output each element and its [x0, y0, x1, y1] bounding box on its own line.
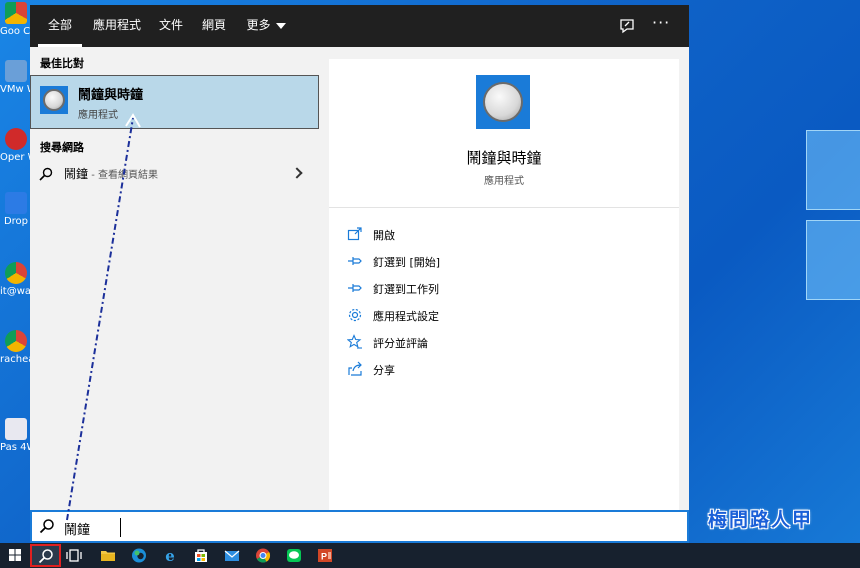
detail-app-name: 鬧鐘與時鐘 [466, 149, 542, 167]
taskbar: e P [0, 543, 860, 568]
search-icon [39, 167, 53, 181]
share-icon [348, 361, 362, 376]
tab-label: 文件 [158, 18, 183, 32]
windows-start-icon[interactable] [2, 543, 28, 568]
action-label: 釘選到工作列 [373, 283, 439, 296]
app-detail-pane: 鬧鐘與時鐘 應用程式 開啟 釘選到 [開始] 釘選到工作列 應用程式設定 評分並… [329, 59, 679, 515]
watermark: 梅問路人甲 [708, 509, 814, 531]
web-search-item[interactable]: 鬧鐘 - 查看網頁結果 [30, 160, 319, 188]
pin-icon [348, 257, 362, 265]
search-panel: 全部 應用程式 文件 網頁 更多 ··· 最佳比對 鬧鐘與時鐘 應用程式 搜尋網… [30, 5, 689, 515]
tab-apps[interactable]: 應用程式 [86, 5, 148, 47]
powerpoint-icon[interactable]: P [312, 543, 338, 568]
desktop-icon-chrome-3[interactable]: rachea Chr [0, 330, 32, 365]
desktop-icon-passper[interactable]: Pas 4Wi [0, 418, 32, 453]
chrome-icon[interactable] [250, 543, 276, 568]
app-icon [5, 418, 27, 440]
open-icon [347, 227, 362, 241]
web-search-title: 搜尋網路 [40, 141, 84, 154]
alarms-clock-large-icon [476, 75, 530, 129]
search-box[interactable]: 鬧鐘 [30, 510, 689, 543]
task-view-icon[interactable] [62, 543, 88, 568]
desktop-icon-chrome-2[interactable]: it@wa - Chr [0, 262, 32, 297]
desktop-icon-opera[interactable]: Oper Wir [0, 128, 32, 163]
search-icon [38, 549, 53, 564]
tab-more[interactable]: 更多 [240, 5, 292, 47]
divider [329, 207, 679, 208]
chrome-icon [5, 2, 27, 24]
tab-label: 全部 [47, 18, 72, 32]
best-match-item[interactable]: 鬧鐘與時鐘 應用程式 [30, 75, 319, 129]
feedback-icon[interactable] [618, 17, 636, 35]
pin-icon [348, 284, 362, 292]
ie-icon[interactable]: e [157, 543, 183, 568]
more-options-icon[interactable]: ··· [652, 13, 670, 32]
desktop-icon-label: Drop [3, 216, 29, 227]
caret-down-icon [275, 22, 286, 29]
desktop-icon-label: it@wa - Chr [0, 286, 32, 297]
line-icon[interactable] [281, 543, 307, 568]
text-cursor [120, 518, 121, 537]
chevron-right-icon [291, 167, 303, 179]
file-explorer-icon[interactable] [95, 543, 121, 568]
search-input[interactable]: 鬧鐘 [64, 519, 564, 538]
tab-documents[interactable]: 文件 [152, 5, 190, 47]
desktop-icon-label: Oper Wir [0, 152, 32, 163]
action-label: 評分並評論 [373, 337, 428, 350]
search-icon [39, 519, 54, 534]
tab-label: 更多 [246, 18, 271, 32]
chrome-icon [5, 330, 27, 352]
opera-icon [5, 128, 27, 150]
action-label: 應用程式設定 [373, 310, 439, 323]
desktop-icon-label: Pas 4Wi [0, 442, 32, 453]
tab-label: 網頁 [201, 18, 226, 32]
desktop-icon-dropbox[interactable]: Drop [0, 192, 32, 227]
results-list: 最佳比對 鬧鐘與時鐘 應用程式 搜尋網路 鬧鐘 - 查看網頁結果 [30, 47, 319, 515]
best-match-title: 最佳比對 [40, 57, 84, 70]
best-match-name: 鬧鐘與時鐘 [78, 88, 144, 103]
tab-all[interactable]: 全部 [38, 5, 82, 47]
tab-label: 應用程式 [92, 18, 141, 32]
vmware-icon [5, 60, 27, 82]
best-match-type: 應用程式 [78, 110, 118, 121]
desktop-icon-chrome[interactable]: Goo Chr [0, 2, 32, 37]
action-label: 開啟 [373, 229, 395, 242]
dropbox-icon [5, 192, 27, 214]
taskbar-search-button[interactable] [30, 544, 61, 567]
windows-wallpaper-logo [800, 120, 860, 310]
action-label: 分享 [373, 364, 395, 377]
gear-icon [348, 308, 362, 322]
svg-text:P: P [321, 552, 327, 562]
chrome-icon [5, 262, 27, 284]
web-search-query: 鬧鐘 - 查看網頁結果 [64, 167, 158, 181]
star-icon [347, 334, 362, 349]
desktop-icon-label: VMw Works [0, 84, 32, 95]
search-panel-header: 全部 應用程式 文件 網頁 更多 ··· [30, 5, 689, 47]
store-icon[interactable] [188, 543, 214, 568]
svg-text:e: e [165, 547, 175, 565]
mail-icon[interactable] [219, 543, 245, 568]
action-label: 釘選到 [開始] [373, 256, 441, 269]
alarms-clock-app-icon [40, 86, 68, 114]
edge-icon[interactable] [126, 543, 152, 568]
desktop-icon-label: rachea Chr [0, 354, 32, 365]
desktop-icon-label: Goo Chr [0, 26, 32, 37]
tab-web[interactable]: 網頁 [194, 5, 234, 47]
detail-app-type: 應用程式 [484, 176, 524, 187]
desktop-icon-vmware[interactable]: VMw Works [0, 60, 32, 95]
